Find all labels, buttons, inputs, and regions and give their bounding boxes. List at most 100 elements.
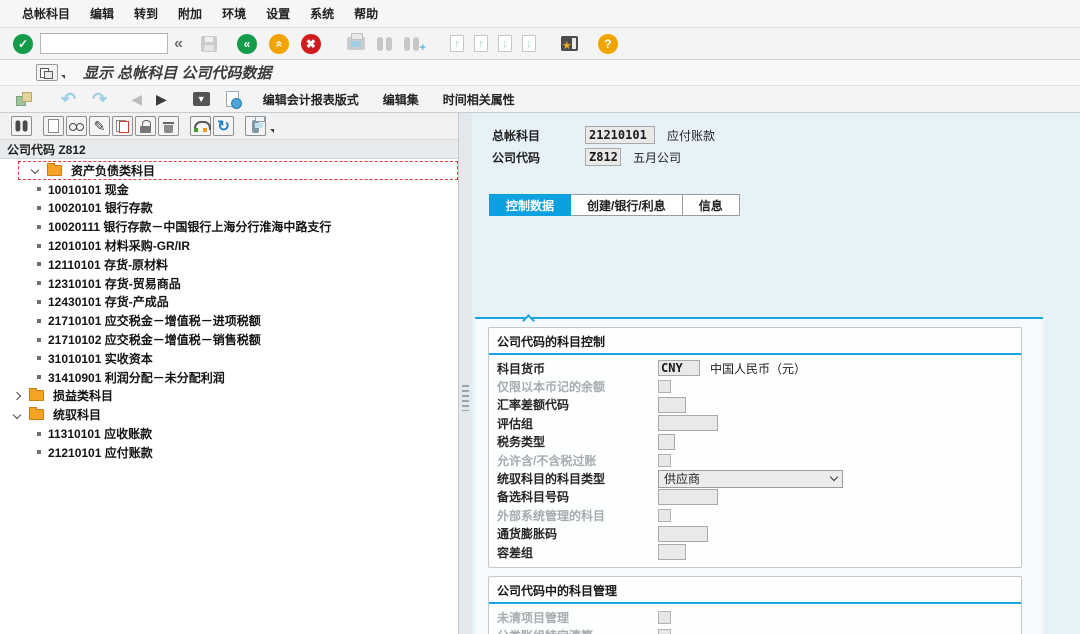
local-currency-balances-checkbox[interactable] <box>658 380 671 393</box>
application-toolbar: ↶ ↷ ◀ ▶ ▼ 编辑会计报表版式 编辑集 时间相关属性 <box>0 86 1080 113</box>
print-icon[interactable] <box>347 37 365 50</box>
tree-node-account[interactable]: 12430101 存货-产成品 <box>0 293 458 312</box>
title-dropdown-icon[interactable] <box>61 75 65 79</box>
tree-delete-button[interactable] <box>158 116 179 136</box>
folder-icon <box>47 165 62 176</box>
tree-create-button[interactable] <box>43 116 64 136</box>
tab-control-data[interactable]: 控制数据 <box>489 194 571 216</box>
inflation-key-input[interactable] <box>658 526 708 542</box>
tree-node-account[interactable]: 11310101 应收账款 <box>0 424 458 443</box>
redo-icon[interactable]: ↷ <box>92 90 107 108</box>
menu-goto[interactable]: 转到 <box>134 5 158 22</box>
cancel-button[interactable]: ✖ <box>301 34 321 54</box>
menu-help[interactable]: 帮助 <box>354 5 378 22</box>
external-system-account-checkbox[interactable] <box>658 509 671 522</box>
exit-button[interactable]: « <box>269 34 289 54</box>
detail-header: 总帐科目 21210101 应付账款 公司代码 Z812 五月公司 <box>472 113 1080 167</box>
menu-extras[interactable]: 附加 <box>178 5 202 22</box>
previous-account-icon[interactable]: ◀ <box>131 91 142 108</box>
menu-edit[interactable]: 编辑 <box>90 5 114 22</box>
tree-node-account[interactable]: 10010101 现金 <box>0 180 458 199</box>
company-code-header: 公司代码 Z812 <box>7 141 86 158</box>
arrow-up-icon: ↑ <box>478 38 484 50</box>
exchange-rate-difference-key-input[interactable] <box>658 397 686 413</box>
menu-bar: 总帐科目 编辑 转到 附加 环境 设置 系统 帮助 <box>0 0 1080 28</box>
tree-node-label: 21710102 应交税金－增值税－销售税额 <box>48 331 261 348</box>
control-data-tab-content: 公司代码的科目控制 科目货币中国人民币（元） 仅限以本币记的余额 汇率差额代码 … <box>475 319 1043 634</box>
first-page-icon[interactable]: ↑ <box>450 35 464 52</box>
tree-refresh-button[interactable]: ↻ <box>213 116 234 136</box>
back-icon: « <box>244 38 251 50</box>
enter-button[interactable]: ✓ <box>13 34 33 54</box>
save-icon[interactable] <box>201 36 217 52</box>
help-button[interactable]: ? <box>598 34 618 54</box>
print-dropdown-icon[interactable] <box>270 129 274 133</box>
tree-node-account[interactable]: 12110101 存货-原材料 <box>0 255 458 274</box>
last-page-icon[interactable]: ↓ <box>522 35 536 52</box>
posting-without-tax-checkbox[interactable] <box>658 454 671 467</box>
tab-information[interactable]: 信息 <box>682 194 740 216</box>
tab-create-bank-interest[interactable]: 创建/银行/利息 <box>570 194 683 216</box>
alternative-account-number-input[interactable] <box>658 489 718 505</box>
field-label: 允许含/不含税过账 <box>497 452 658 469</box>
find-icon[interactable] <box>376 37 393 51</box>
tree-copy-button[interactable] <box>112 116 133 136</box>
tolerance-group-input[interactable] <box>658 544 686 560</box>
tree-node-folder[interactable]: 统驭科目 <box>0 405 458 424</box>
call-transaction-icon[interactable]: ▼ <box>193 92 210 106</box>
tree-block-button[interactable] <box>135 116 156 136</box>
tree-node-folder[interactable]: 资产负债类科目 <box>18 161 458 180</box>
chevron-down-icon[interactable] <box>13 411 21 419</box>
page-up-icon[interactable]: ↑ <box>474 35 488 52</box>
chevron-down-icon <box>830 473 838 481</box>
tax-category-input[interactable] <box>658 434 675 450</box>
back-button[interactable]: « <box>237 34 257 54</box>
ledger-group-clearing-checkbox[interactable] <box>658 629 671 634</box>
menu-environment[interactable]: 环境 <box>222 5 246 22</box>
document-globe-icon[interactable] <box>226 91 239 107</box>
create-shortcut-icon[interactable]: ★ <box>561 36 578 51</box>
menu-gl-account[interactable]: 总帐科目 <box>22 5 70 22</box>
open-item-management-checkbox[interactable] <box>658 611 671 624</box>
tree-node-account[interactable]: 21710101 应交税金－增值税－进项税额 <box>0 311 458 330</box>
collapse-command-icon[interactable]: « <box>174 35 183 53</box>
tree-print-button[interactable] <box>245 116 266 136</box>
chevron-down-icon[interactable] <box>31 166 39 174</box>
time-dependent-attributes-button[interactable]: 时间相关属性 <box>443 91 515 108</box>
field-label: 容差组 <box>497 544 658 561</box>
tree-node-account[interactable]: 21210101 应付账款 <box>0 443 458 462</box>
menu-settings[interactable]: 设置 <box>266 5 290 22</box>
tree-edit-button[interactable]: ✎ <box>89 116 110 136</box>
pencil-icon: ✎ <box>94 119 106 133</box>
gui-services-icon[interactable] <box>36 64 58 81</box>
next-account-icon[interactable]: ▶ <box>156 91 167 108</box>
page-down-icon[interactable]: ↓ <box>498 35 512 52</box>
menu-system[interactable]: 系统 <box>310 5 334 22</box>
question-icon: ? <box>604 38 611 50</box>
recon-account-type-select[interactable]: 供应商 <box>658 470 843 488</box>
tree-display-button[interactable] <box>66 116 87 136</box>
splitter-grip-icon[interactable] <box>462 385 469 411</box>
tree-find-button[interactable] <box>11 116 32 136</box>
edit-set-button[interactable]: 编辑集 <box>383 91 419 108</box>
tree-node-folder[interactable]: 损益类科目 <box>0 387 458 406</box>
tree-node-account[interactable]: 31410901 利润分配－未分配利润 <box>0 368 458 387</box>
panel-splitter[interactable] <box>459 113 472 634</box>
tree-node-account[interactable]: 12310101 存货-贸易商品 <box>0 274 458 293</box>
tree-node-account[interactable]: 10020111 银行存款－中国银行上海分行淮海中路支行 <box>0 217 458 236</box>
cancel-icon: ✖ <box>306 38 316 50</box>
valuation-group-input[interactable] <box>658 415 718 431</box>
undo-icon[interactable]: ↶ <box>61 90 76 108</box>
edit-financial-statement-version-button[interactable]: 编辑会计报表版式 <box>263 91 359 108</box>
account-currency-input[interactable] <box>658 360 700 376</box>
tree-header: 公司代码 Z812 <box>0 140 458 159</box>
command-input[interactable] <box>40 33 168 54</box>
tree-node-account[interactable]: 21710102 应交税金－增值税－销售税额 <box>0 330 458 349</box>
org-blocks-icon[interactable] <box>16 92 33 106</box>
chevron-right-icon[interactable] <box>13 392 21 400</box>
tree-node-account[interactable]: 12010101 材料采购-GR/IR <box>0 236 458 255</box>
tree-assign-button[interactable] <box>190 116 211 136</box>
find-next-icon[interactable]: + <box>403 37 420 51</box>
tree-node-account[interactable]: 10020101 银行存款 <box>0 199 458 218</box>
tree-node-account[interactable]: 31010101 实收资本 <box>0 349 458 368</box>
